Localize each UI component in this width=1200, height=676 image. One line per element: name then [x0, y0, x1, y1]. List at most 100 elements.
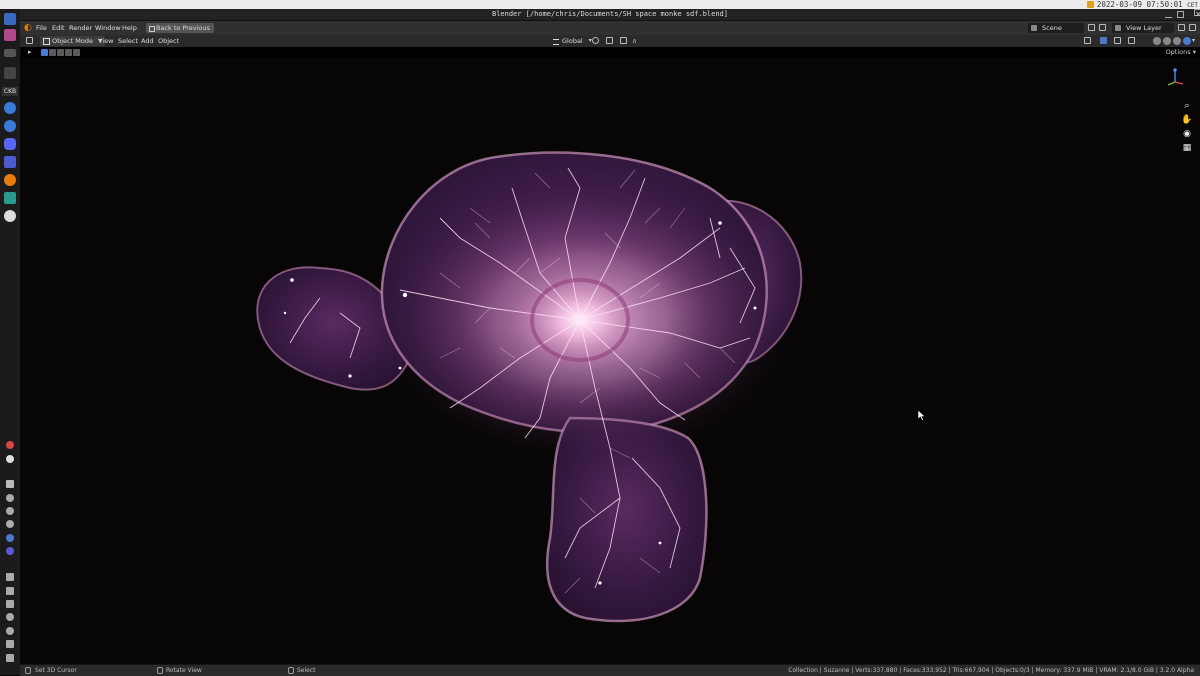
toolbar-toggle-icon[interactable]: ▸ [28, 48, 32, 57]
select-intersect-mode-icon[interactable] [73, 49, 80, 56]
image-viewer-icon[interactable] [4, 192, 16, 204]
clock-time: 2022-03-09 07:50:01 [1096, 0, 1183, 9]
navigation-gizmo[interactable] [1164, 66, 1186, 88]
overlay-toggle-icon[interactable] [1114, 37, 1121, 44]
menu-window[interactable]: Window [93, 21, 123, 35]
ckb-label[interactable]: CKB [2, 87, 18, 96]
back-to-previous-button[interactable]: Back to Previous [146, 23, 214, 33]
obs-icon[interactable] [4, 210, 16, 222]
view-layer-icon [1115, 25, 1121, 31]
snap-icon[interactable] [606, 37, 613, 44]
select-invert-mode-icon[interactable] [65, 49, 72, 56]
app-icon-2[interactable] [4, 156, 16, 168]
system-clock: 2022-03-09 07:50:01 CET [1097, 0, 1198, 9]
app-grid-icon[interactable] [4, 13, 16, 25]
pan-hand-icon[interactable]: ✋ [1181, 114, 1193, 126]
solid-shading-icon[interactable] [1163, 37, 1171, 45]
render-view [256, 151, 803, 623]
material-shading-icon[interactable] [1173, 37, 1181, 45]
discord-icon[interactable] [4, 138, 16, 150]
network-icon[interactable] [6, 627, 14, 635]
app-dock: CKB [0, 9, 21, 675]
blender-logo-icon[interactable]: ◐ [24, 23, 32, 33]
menu-edit[interactable]: Edit [50, 21, 67, 35]
editor-type-icon[interactable] [26, 37, 33, 44]
window-title: Blender [/home/chris/Documents/SH space … [491, 10, 728, 18]
terminal-icon[interactable] [4, 49, 16, 57]
display-icon[interactable] [6, 640, 14, 648]
minimize-icon[interactable] [1165, 11, 1172, 18]
volume-icon[interactable] [6, 600, 14, 608]
object-mode-dropdown[interactable]: Object Mode [40, 36, 105, 46]
tray-icon-4[interactable] [6, 507, 14, 515]
printer-icon[interactable] [6, 587, 14, 595]
browser-icon-2[interactable] [4, 120, 16, 132]
gizmo-toggle-icon[interactable] [1100, 37, 1107, 44]
view-menu[interactable]: View [98, 35, 113, 47]
visibility-icon[interactable] [1084, 37, 1091, 44]
snap-target-icon[interactable] [620, 37, 627, 44]
pivot-point-icon[interactable] [592, 37, 599, 44]
new-scene-icon[interactable] [1088, 24, 1095, 31]
options-label: Options [1165, 48, 1191, 56]
blender-icon[interactable] [4, 174, 16, 186]
menu-help[interactable]: Help [120, 21, 139, 35]
terminal-prompt-icon[interactable] [4, 67, 16, 79]
tray-discord-icon[interactable] [6, 480, 14, 488]
menu-render[interactable]: Render [67, 21, 94, 35]
new-view-layer-icon[interactable] [1178, 24, 1185, 31]
scene-statistics: Collection | Suzanne | Verts:337,880 | F… [788, 667, 1194, 674]
status-set-3d-cursor: Set 3D Cursor [35, 667, 77, 674]
scene-icon [1031, 25, 1037, 31]
xray-toggle-icon[interactable] [1128, 37, 1135, 44]
view-layer-selector[interactable]: View Layer [1112, 23, 1174, 33]
window-controls: ✕ [1160, 9, 1200, 20]
status-select: Select [297, 667, 316, 674]
menu-file[interactable]: File [34, 21, 49, 35]
bluetooth-icon[interactable] [6, 613, 14, 621]
transform-orientation-dropdown[interactable]: Global [552, 36, 593, 46]
select-extend-mode-icon[interactable] [49, 49, 56, 56]
wireframe-shading-icon[interactable] [1153, 37, 1161, 45]
object-menu[interactable]: Object [158, 35, 179, 47]
tray-icon-3[interactable] [6, 494, 14, 502]
status-bar: Set 3D Cursor Rotate View Select Collect… [20, 664, 1200, 676]
tray-icon-6[interactable] [6, 534, 14, 542]
view-layer-name: View Layer [1126, 24, 1162, 32]
select-menu[interactable]: Select [118, 35, 138, 47]
delete-scene-icon[interactable] [1099, 24, 1106, 31]
clock-suffix: CET [1187, 2, 1198, 9]
scene-selector[interactable]: Scene [1028, 23, 1084, 33]
app-icon-1[interactable] [4, 29, 16, 41]
clipboard-icon[interactable] [6, 573, 14, 581]
notification-icon[interactable] [1087, 1, 1094, 8]
rendered-shading-icon[interactable] [1183, 37, 1191, 45]
viewport-header: Object Mode View Select Add Object Globa… [20, 35, 1200, 47]
tray-icon-5[interactable] [6, 520, 14, 528]
window-title-bar: Blender [/home/chris/Documents/SH space … [20, 9, 1200, 21]
add-menu[interactable]: Add [141, 35, 154, 47]
shading-options-icon[interactable]: ▾ [1192, 35, 1195, 47]
browser-icon[interactable] [4, 102, 16, 114]
select-box-mode-icon[interactable] [41, 49, 48, 56]
tray-icon-2[interactable] [6, 455, 14, 463]
mouse-left-icon [25, 667, 31, 674]
ortho-toggle-icon[interactable]: ▦ [1181, 142, 1193, 154]
3d-viewport[interactable]: ⌕ ✋ ◉ ▦ [20, 58, 1200, 664]
tray-icon-7[interactable] [6, 547, 14, 555]
close-icon[interactable]: ✕ [1189, 9, 1200, 19]
battery-icon[interactable] [6, 654, 14, 662]
glow-core [375, 180, 795, 460]
scene-name: Scene [1042, 24, 1062, 32]
delete-view-layer-icon[interactable] [1189, 24, 1196, 31]
tray-icon-1[interactable] [6, 441, 14, 449]
status-rotate-view: Rotate View [166, 667, 202, 674]
maximize-icon[interactable] [1177, 11, 1184, 18]
proportional-edit-icon[interactable]: ∧ [632, 35, 637, 47]
os-top-bar: 2022-03-09 07:50:01 CET [0, 0, 1200, 9]
select-subtract-mode-icon[interactable] [57, 49, 64, 56]
options-dropdown[interactable]: Options ▾ [1166, 48, 1196, 57]
tool-header: ▸ Options ▾ [20, 47, 1200, 58]
zoom-icon[interactable]: ⌕ [1181, 100, 1193, 112]
camera-view-icon[interactable]: ◉ [1181, 128, 1193, 140]
